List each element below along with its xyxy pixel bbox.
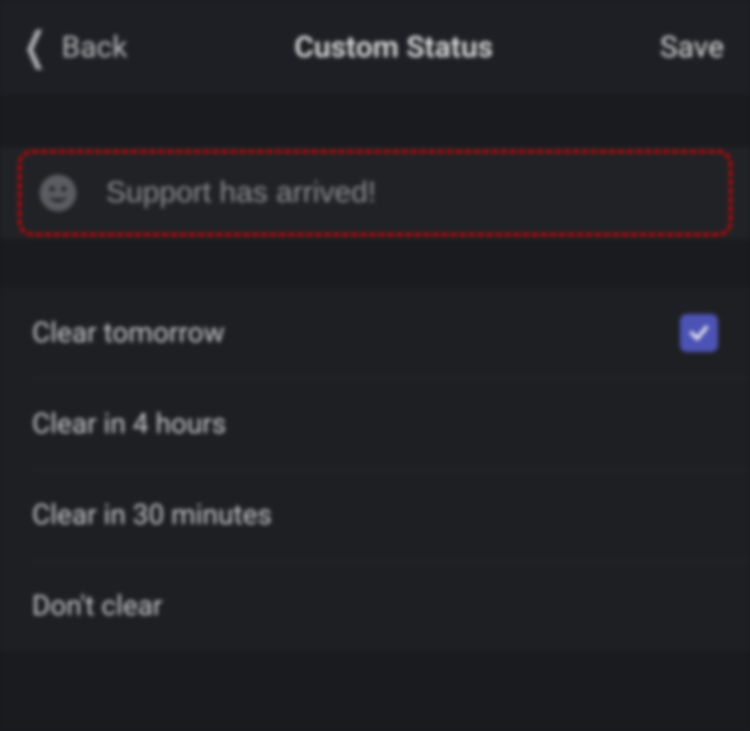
option-label: Clear tomorrow [32,316,225,349]
back-button[interactable]: ❮ Back [18,27,127,67]
checkmark-icon [680,314,718,352]
clear-option-30-minutes[interactable]: Clear in 30 minutes [0,469,750,560]
chevron-left-icon: ❮ [23,27,46,67]
clear-options-list: Clear tomorrow Clear in 4 hours Clear in… [0,287,750,651]
spacer [0,239,750,287]
spacer [0,94,750,147]
emoji-picker-icon[interactable] [38,173,78,213]
header-bar: ❮ Back Custom Status Save [0,0,750,94]
clear-option-tomorrow[interactable]: Clear tomorrow [0,287,750,378]
option-label: Clear in 4 hours [32,407,226,440]
status-input-section [0,147,750,239]
clear-option-dont-clear[interactable]: Don't clear [0,560,750,651]
save-button[interactable]: Save [660,30,724,65]
status-input-inner [18,150,732,236]
spacer [0,651,750,731]
option-label: Clear in 30 minutes [32,498,272,531]
option-label: Don't clear [32,589,162,622]
page-title: Custom Status [294,30,493,65]
status-text-input[interactable] [106,176,712,210]
back-label: Back [62,30,128,65]
clear-option-4-hours[interactable]: Clear in 4 hours [0,378,750,469]
